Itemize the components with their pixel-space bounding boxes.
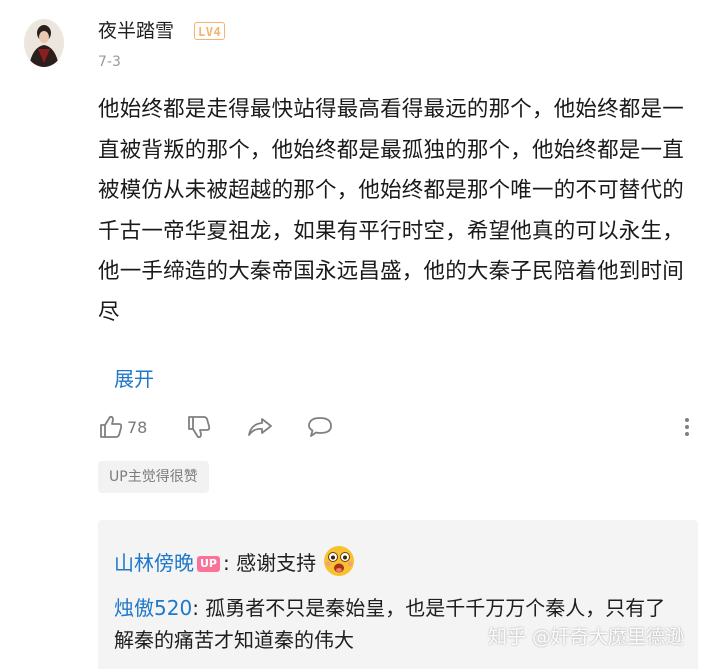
dislike-button[interactable] <box>186 410 212 444</box>
thumbs-down-icon <box>188 416 211 439</box>
avatar[interactable] <box>24 19 64 67</box>
reply-item: 山林傍晚 UP: 感谢支持 <box>114 544 674 579</box>
user-avatar-icon <box>24 19 64 67</box>
comment-date: 7-3 <box>98 54 121 70</box>
laughing-emoji-icon <box>322 544 356 578</box>
reply-author[interactable]: 烛傲520 <box>114 596 192 620</box>
watermark: 知乎 @奸奇大魔里德逊 <box>488 626 685 648</box>
comment-bubble-icon <box>308 417 332 437</box>
share-icon <box>248 418 272 436</box>
like-button[interactable]: 78 <box>98 410 147 444</box>
comment-page: 夜半踏雪 LV4 7-3 他始终都是走得最快站得最高看得最远的那个，他始终都是一… <box>0 0 720 669</box>
expand-link[interactable]: 展开 <box>114 365 154 393</box>
comment-actions: 78 <box>98 410 698 444</box>
thumbs-up-icon <box>100 415 123 438</box>
reply-button[interactable] <box>306 410 334 444</box>
more-button[interactable] <box>682 410 692 444</box>
share-button[interactable] <box>246 410 274 444</box>
up-tag: UP <box>197 556 220 572</box>
up-liked-tag: UP主觉得很赞 <box>98 461 209 493</box>
comment-text: 他始终都是走得最快站得最高看得最远的那个，他始终都是一直被背叛的那个，他始终都是… <box>98 97 684 325</box>
reply-text: : 感谢支持 <box>223 551 317 575</box>
level-badge: LV4 <box>194 22 226 40</box>
username[interactable]: 夜半踏雪 <box>98 19 174 43</box>
reply-author[interactable]: 山林傍晚 <box>114 551 194 575</box>
like-count: 78 <box>127 417 148 437</box>
more-vertical-icon <box>685 418 689 436</box>
